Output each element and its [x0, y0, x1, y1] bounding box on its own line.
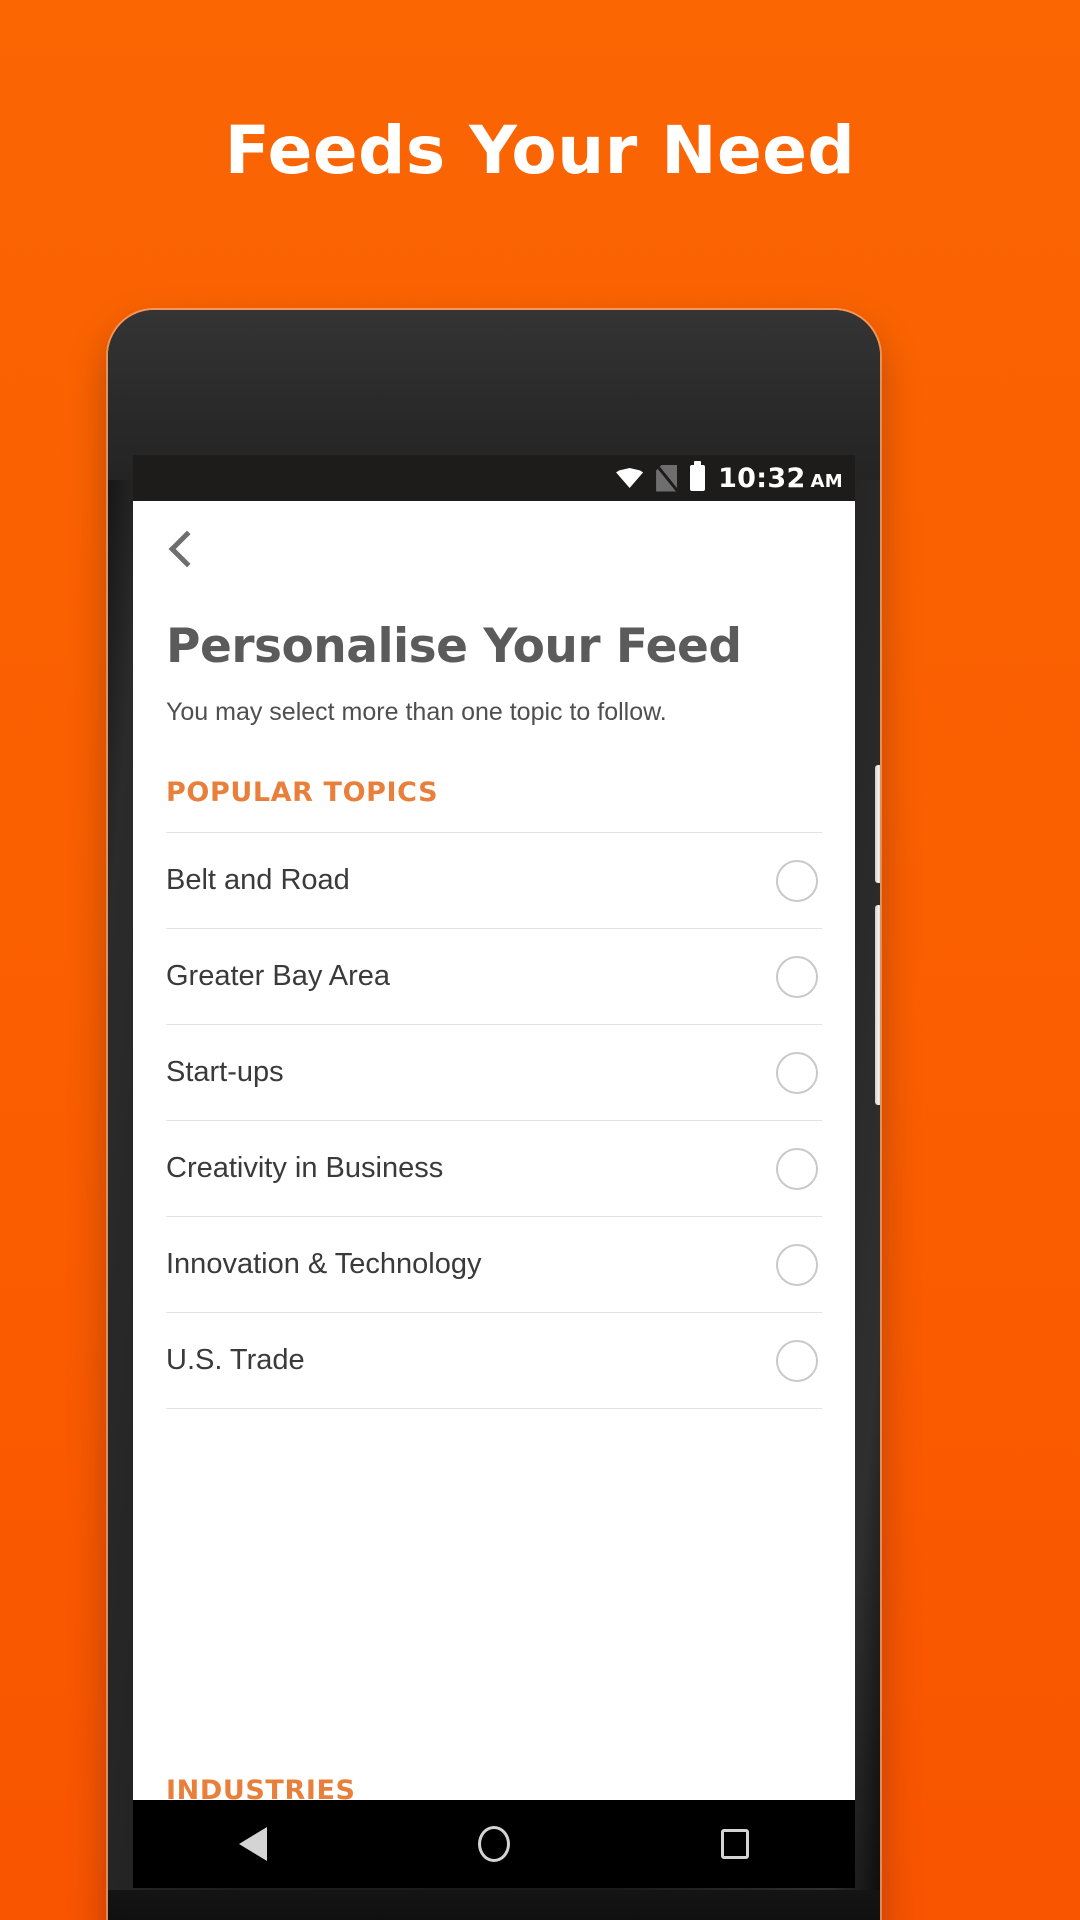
phone-bottom-bezel — [108, 1890, 880, 1920]
clock-time: 10:32 — [718, 462, 806, 494]
topic-radio-icon[interactable] — [776, 955, 818, 998]
chevron-left-icon — [168, 530, 206, 568]
topic-label: Start-ups — [166, 1056, 284, 1088]
page-subtitle: You may select more than one topic to fo… — [166, 698, 667, 726]
phone-mockup: 10:32 AM Personalise Your Feed You may s… — [108, 310, 880, 1920]
topic-radio-icon[interactable] — [776, 1243, 818, 1286]
topic-label: Creativity in Business — [166, 1152, 444, 1184]
topic-radio-icon[interactable] — [776, 1339, 818, 1382]
section-header-popular-topics: POPULAR TOPICS — [166, 777, 439, 808]
battery-icon — [690, 461, 706, 491]
volume-button[interactable] — [875, 905, 880, 1105]
clock-meridiem: AM — [810, 470, 843, 492]
promo-headline: Feeds Your Need — [224, 112, 856, 189]
topic-row-innovation-and-technology[interactable]: Innovation & Technology — [166, 1217, 822, 1313]
topic-label: Belt and Road — [166, 864, 350, 896]
power-button[interactable] — [875, 765, 880, 883]
topic-row-belt-and-road[interactable]: Belt and Road — [166, 833, 822, 929]
topic-row-creativity-in-business[interactable]: Creativity in Business — [166, 1121, 822, 1217]
nav-back-triangle-icon[interactable] — [238, 1827, 267, 1861]
app-content: Personalise Your Feed You may select mor… — [133, 501, 855, 1800]
topic-list: Belt and Road Greater Bay Area Start-ups… — [166, 832, 822, 1409]
back-button[interactable] — [166, 501, 822, 597]
topic-row-greater-bay-area[interactable]: Greater Bay Area — [166, 929, 822, 1025]
topic-label: Greater Bay Area — [166, 960, 391, 992]
status-bar-clock: 10:32 AM — [718, 463, 843, 494]
android-nav-bar — [133, 1800, 855, 1888]
wifi-icon — [616, 468, 644, 488]
topic-row-us-trade[interactable]: U.S. Trade — [166, 1313, 822, 1409]
topic-radio-icon[interactable] — [776, 859, 818, 902]
nav-home-circle-icon[interactable] — [477, 1826, 510, 1862]
page-title: Personalise Your Feed — [166, 619, 742, 674]
phone-screen: 10:32 AM Personalise Your Feed You may s… — [133, 455, 855, 1800]
topic-label: U.S. Trade — [166, 1344, 305, 1376]
topic-radio-icon[interactable] — [776, 1051, 818, 1094]
section-header-industries: INDUSTRIES — [166, 1775, 356, 1800]
nav-recents-square-icon[interactable] — [721, 1829, 750, 1859]
topic-label: Innovation & Technology — [166, 1248, 482, 1280]
no-sim-icon — [656, 464, 678, 492]
status-bar: 10:32 AM — [133, 455, 855, 501]
topic-row-start-ups[interactable]: Start-ups — [166, 1025, 822, 1121]
topic-radio-icon[interactable] — [776, 1147, 818, 1190]
